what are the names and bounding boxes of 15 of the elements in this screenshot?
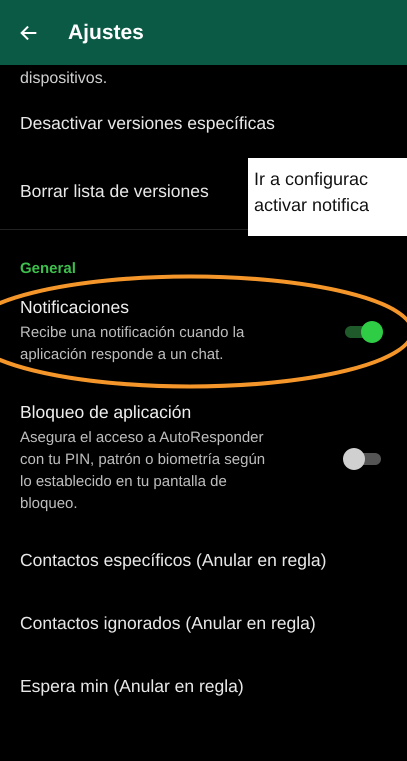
toggle-switch[interactable]: [343, 448, 383, 470]
setting-description: Asegura el acceso a AutoResponder con tu PIN, patrón o biometría según lo establecido en tu pantalla de bloqueo.: [20, 428, 266, 514]
setting-title: Bloqueo de aplicación: [20, 402, 192, 423]
tooltip-text: Ir a configurac: [254, 168, 370, 191]
setting-title: Notificaciones: [20, 297, 130, 318]
setting-item[interactable]: Desactivar versiones específicas: [20, 112, 275, 134]
setting-item[interactable]: Contactos específicos (Anular en regla): [20, 550, 326, 571]
toggle-switch[interactable]: [343, 320, 383, 342]
setting-item[interactable]: Espera min (Anular en regla): [20, 676, 244, 697]
setting-item[interactable]: Contactos ignorados (Anular en regla): [20, 613, 316, 634]
tooltip-text: activar notifica: [254, 194, 370, 217]
setting-description: dispositivos.: [20, 69, 108, 89]
setting-description: Recibe una notificación cuando la aplicación responde a un chat.: [20, 323, 246, 365]
screen-title: Ajustes: [68, 20, 144, 44]
setting-item[interactable]: Borrar lista de versiones: [20, 180, 209, 202]
